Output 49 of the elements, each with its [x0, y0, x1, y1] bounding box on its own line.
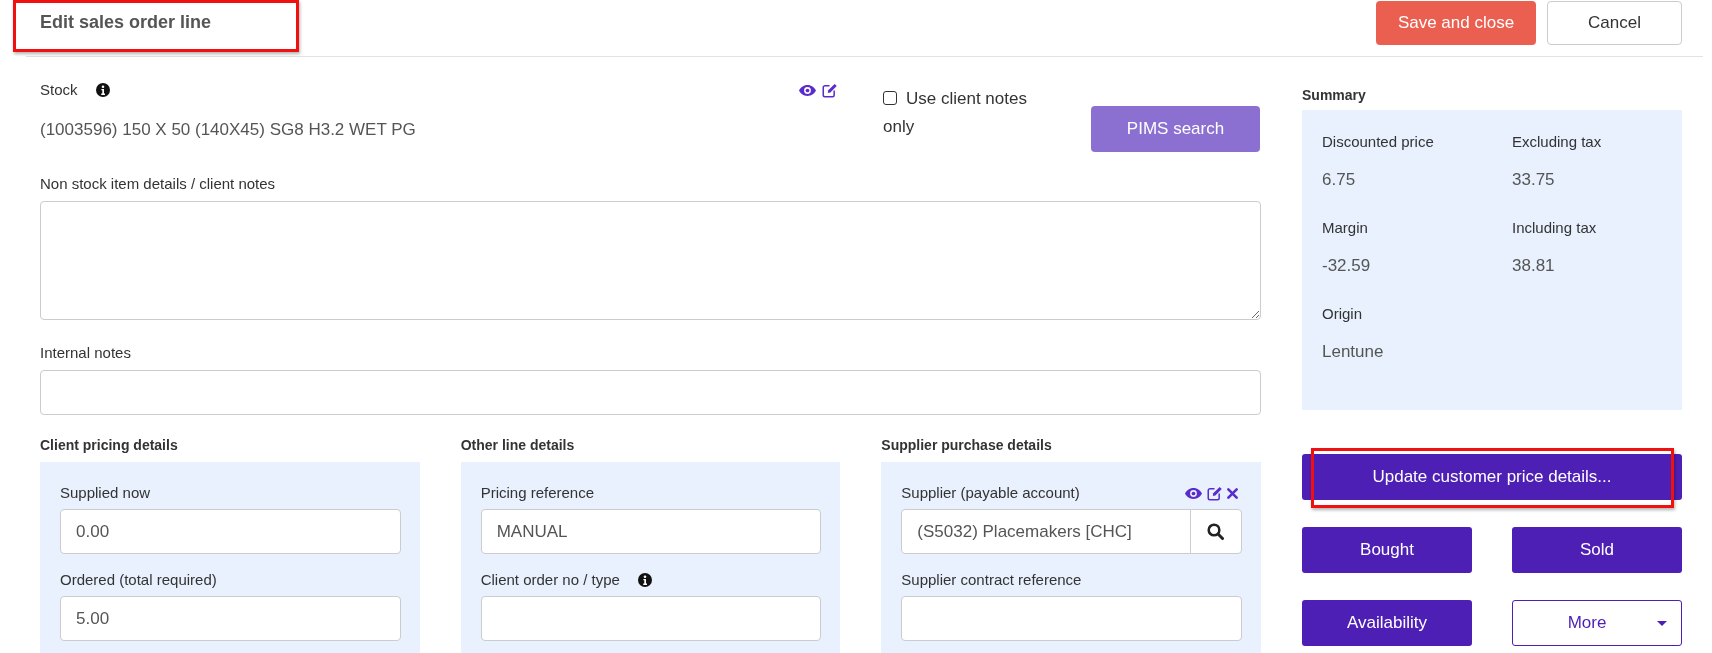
section-title: Client pricing details	[40, 437, 179, 453]
edit-icon[interactable]	[1207, 485, 1222, 501]
cancel-button[interactable]: Cancel	[1547, 1, 1682, 45]
search-icon	[1207, 523, 1225, 540]
availability-button[interactable]: Availability	[1302, 600, 1472, 646]
input-field[interactable]: 5.00	[60, 596, 401, 641]
summary-value: Lentune	[1322, 342, 1385, 362]
edit-icon[interactable]	[822, 82, 837, 98]
use-client-notes-option[interactable]: Use client notes only	[883, 85, 1048, 152]
eye-icon[interactable]	[1185, 487, 1202, 499]
input-field[interactable]: MANUAL	[480, 509, 822, 554]
summary-value: 33.75	[1512, 170, 1556, 190]
summary-label: Margin	[1322, 219, 1369, 237]
summary-label: Discounted price	[1322, 133, 1435, 151]
pims-search-button[interactable]: PIMS search	[1091, 106, 1260, 152]
summary-value: 38.81	[1512, 256, 1556, 276]
stock-value: (1003596) 150 X 50 (140X45) SG8 H3.2 WET PG	[40, 120, 417, 140]
field-label: Supplier (payable account)	[901, 484, 1080, 502]
field-label: Supplier contract reference	[901, 571, 1082, 589]
search-button[interactable]	[1190, 509, 1242, 554]
input-field[interactable]: 0.00	[60, 509, 401, 554]
input-field[interactable]: (S5032) Placemakers [CHC]	[901, 509, 1191, 554]
field-label: Pricing reference	[480, 484, 595, 502]
more-dropdown-button[interactable]: More	[1512, 600, 1682, 646]
section-title: Supplier purchase details	[881, 437, 1053, 453]
summary-value: -32.59	[1322, 256, 1372, 276]
caret-icon	[1657, 621, 1667, 626]
field-label: Client order no / type	[480, 571, 620, 589]
sold-button[interactable]: Sold	[1512, 527, 1682, 573]
field-label: Ordered (total required)	[60, 571, 217, 589]
close-icon[interactable]	[1227, 487, 1238, 499]
summary-label: Excluding tax	[1512, 133, 1603, 151]
summary-value: 6.75	[1322, 170, 1357, 190]
field-label: Non stock item details / client notes	[40, 175, 276, 193]
section-title: Other line details	[460, 437, 576, 453]
update-price-details-button[interactable]: Update customer price details...	[1302, 454, 1682, 500]
summary-label: Including tax	[1512, 219, 1598, 237]
field-label: Supplied now	[60, 484, 151, 502]
bought-button[interactable]: Bought	[1302, 527, 1472, 573]
field-label: Internal notes	[40, 344, 131, 362]
section-title: Summary	[1302, 87, 1367, 103]
input-field[interactable]	[40, 370, 1261, 415]
field-label: Stock	[40, 81, 78, 99]
eye-icon[interactable]	[799, 84, 816, 96]
checkbox[interactable]	[883, 91, 897, 105]
input-field[interactable]	[480, 596, 822, 641]
summary-label: Origin	[1322, 305, 1363, 323]
input-field[interactable]	[901, 596, 1242, 641]
dialog-title: Edit sales order line	[40, 11, 212, 34]
